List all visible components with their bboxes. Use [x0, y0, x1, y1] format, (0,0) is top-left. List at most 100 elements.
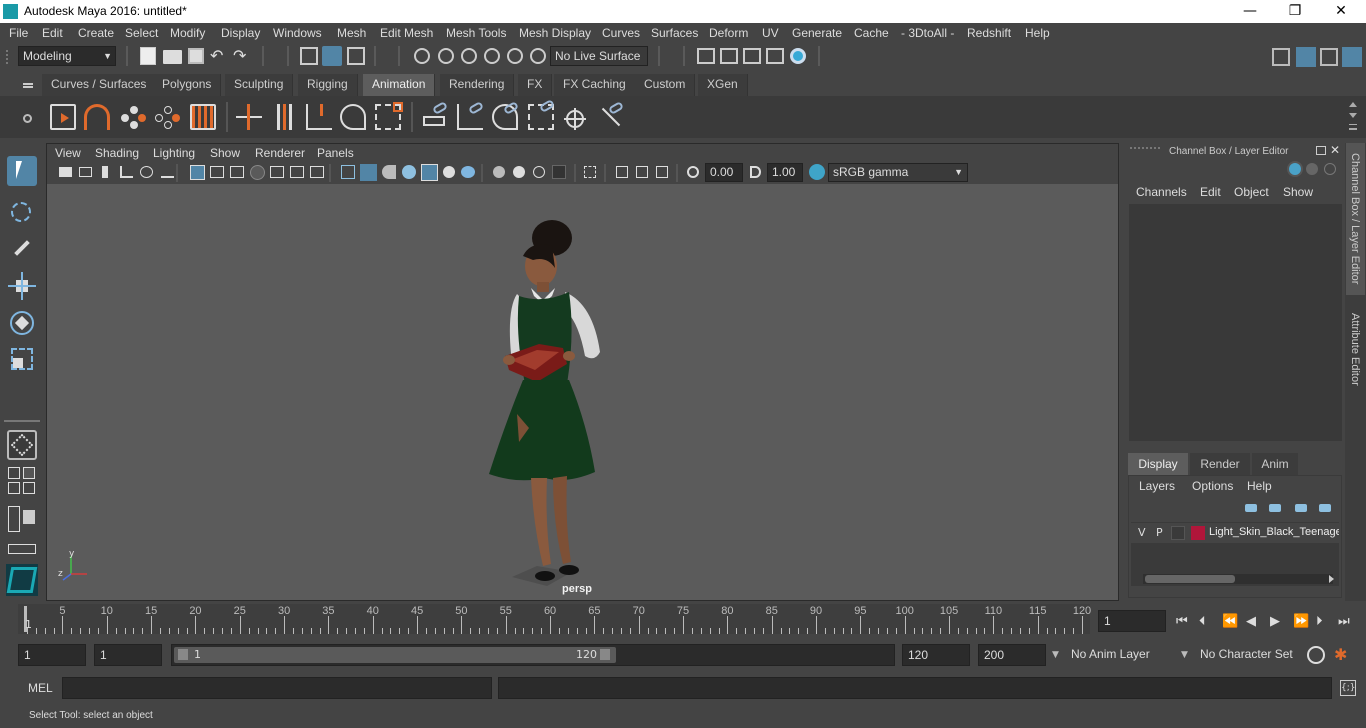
layer-row[interactable]: V P Light_Skin_Black_Teenage [1131, 523, 1339, 543]
save-scene-icon[interactable] [188, 48, 204, 64]
side-tab-channel-box[interactable]: Channel Box / Layer Editor [1349, 153, 1361, 284]
menu-cache[interactable]: Cache [854, 26, 889, 40]
scale-constraint-icon[interactable] [528, 99, 556, 130]
panel-menu-shading[interactable]: Shading [95, 146, 139, 160]
layer-tab-anim[interactable]: Anim [1252, 453, 1298, 475]
play-backwards-icon[interactable]: ◀ [1246, 614, 1256, 629]
anim-layer-chevron-icon[interactable]: ▼ [1052, 650, 1059, 660]
outliner-layout-icon[interactable] [8, 506, 20, 532]
menu-set-dropdown[interactable]: Modeling ▼ [18, 46, 116, 66]
exposure-field[interactable]: 0.00 [705, 163, 743, 182]
single-pane-layout-icon[interactable] [8, 467, 20, 479]
set-key-gauge-icon[interactable] [84, 104, 110, 130]
isolate-select-icon[interactable] [584, 166, 596, 178]
time-slider[interactable]: 5 10 15 20 25 30 35 40 45 50 55 60 65 70 75 80 85 90 95 100… [18, 604, 1091, 634]
layer-visibility-toggle[interactable]: V [1138, 526, 1146, 539]
menu-file[interactable]: File [9, 26, 28, 40]
wireframe-icon[interactable] [341, 165, 355, 179]
menu-help[interactable]: Help [1025, 26, 1050, 40]
tab-rigging[interactable]: Rigging [298, 74, 358, 96]
range-end-handle-icon[interactable] [600, 649, 610, 660]
playback-start-field[interactable]: 1 [94, 644, 162, 666]
snap-to-surface-icon[interactable] [507, 48, 523, 64]
last-used-tool-icon[interactable] [7, 430, 37, 460]
select-by-component-icon[interactable] [347, 47, 365, 65]
command-input[interactable] [62, 677, 492, 699]
bookmarks-icon[interactable] [102, 166, 108, 178]
tab-sculpting[interactable]: Sculpting [225, 74, 294, 96]
xray-active-components-icon[interactable] [513, 166, 525, 178]
maximize-button[interactable]: ❐ [1272, 2, 1318, 21]
side-tab-attribute-editor[interactable]: Attribute Editor [1349, 313, 1361, 386]
gamma-field[interactable]: 1.00 [767, 163, 803, 182]
channels-menu[interactable]: Channels [1136, 185, 1187, 199]
two-pane-side-layout-icon[interactable] [8, 482, 20, 494]
layout-toggle-icon[interactable] [23, 510, 35, 524]
xray-icon[interactable] [461, 166, 475, 178]
four-pane-layout-icon[interactable] [23, 467, 35, 479]
menu-deform[interactable]: Deform [709, 26, 748, 40]
ipr-render-icon[interactable] [743, 48, 761, 64]
rotate-tool-icon[interactable] [7, 308, 37, 338]
motion-blur-icon[interactable] [552, 165, 566, 179]
image-plane-icon[interactable] [120, 166, 133, 178]
two-d-pan-zoom-icon[interactable] [140, 166, 153, 178]
screen-space-ao-icon[interactable] [636, 166, 648, 178]
range-start-handle-icon[interactable] [178, 649, 188, 660]
menu-display[interactable]: Display [221, 26, 260, 40]
help-menu[interactable]: Help [1247, 479, 1272, 493]
menu-3dtoall[interactable]: - 3DtoAll - [901, 26, 954, 40]
film-gate-icon[interactable] [210, 166, 224, 178]
undo-icon[interactable]: ↶ [210, 46, 223, 65]
paint-selection-tool-icon[interactable] [7, 234, 37, 264]
range-slider-track[interactable]: 1 120 [171, 644, 895, 666]
panel-menu-lighting[interactable]: Lighting [153, 146, 195, 160]
snap-to-view-plane-icon[interactable] [484, 48, 500, 64]
current-frame-field[interactable]: 1 [1098, 610, 1166, 632]
animation-start-field[interactable]: 1 [18, 644, 86, 666]
object-menu[interactable]: Object [1234, 185, 1269, 199]
go-to-start-icon[interactable]: ⏮ [1176, 614, 1188, 629]
select-by-hierarchy-icon[interactable] [300, 47, 318, 65]
tab-fx-caching[interactable]: FX Caching [554, 74, 636, 96]
attribute-editor-toggle-icon[interactable] [1296, 47, 1316, 67]
character-set-field[interactable]: No Character Set [1195, 644, 1299, 666]
layer-playback-toggle[interactable]: P [1156, 526, 1163, 539]
modeling-toolkit-icon[interactable] [1272, 48, 1290, 66]
step-back-key-icon[interactable]: ⏪ [1222, 614, 1238, 629]
orient-constraint-icon[interactable] [492, 101, 520, 130]
timeline-layout-icon[interactable] [8, 544, 36, 554]
set-driven-key-icon[interactable] [119, 104, 146, 130]
tab-xgen[interactable]: XGen [698, 74, 748, 96]
move-layer-up-icon[interactable] [1245, 504, 1257, 512]
scale-tool-icon[interactable] [7, 344, 37, 374]
layer-tab-render[interactable]: Render [1190, 453, 1250, 475]
xray-joints-icon[interactable] [493, 166, 505, 178]
panel-menu-renderer[interactable]: Renderer [255, 146, 305, 160]
grip-handle[interactable] [6, 50, 12, 64]
animation-end-field[interactable]: 200 [978, 644, 1046, 666]
menu-windows[interactable]: Windows [273, 26, 322, 40]
layer-color-swatch[interactable] [1191, 526, 1205, 540]
shelf-scroll-down-icon[interactable] [1349, 113, 1357, 118]
menu-curves[interactable]: Curves [602, 26, 640, 40]
multisample-aa-icon[interactable] [616, 166, 628, 178]
select-by-object-icon[interactable] [322, 46, 342, 66]
smooth-shade-all-icon[interactable] [360, 164, 377, 181]
menu-mesh-display[interactable]: Mesh Display [519, 26, 591, 40]
snap-to-point-icon[interactable] [461, 48, 477, 64]
tool-settings-toggle-icon[interactable] [1320, 48, 1338, 66]
safe-action-icon[interactable] [290, 166, 304, 178]
field-chart-icon[interactable] [270, 166, 284, 178]
tab-rendering[interactable]: Rendering [440, 74, 515, 96]
select-camera-icon[interactable] [59, 167, 72, 177]
channel-list-area[interactable] [1129, 204, 1342, 441]
step-forward-frame-icon[interactable]: ⏵ [1316, 614, 1323, 629]
range-slider-handle[interactable]: 1 120 [174, 647, 616, 663]
wireframe-on-shaded-icon[interactable] [382, 165, 396, 179]
gate-mask-icon[interactable] [250, 165, 265, 180]
menu-uv[interactable]: UV [762, 26, 779, 40]
create-empty-layer-icon[interactable] [1295, 504, 1307, 512]
move-tool-icon[interactable] [7, 271, 37, 301]
use-all-lights-icon[interactable] [421, 164, 438, 181]
